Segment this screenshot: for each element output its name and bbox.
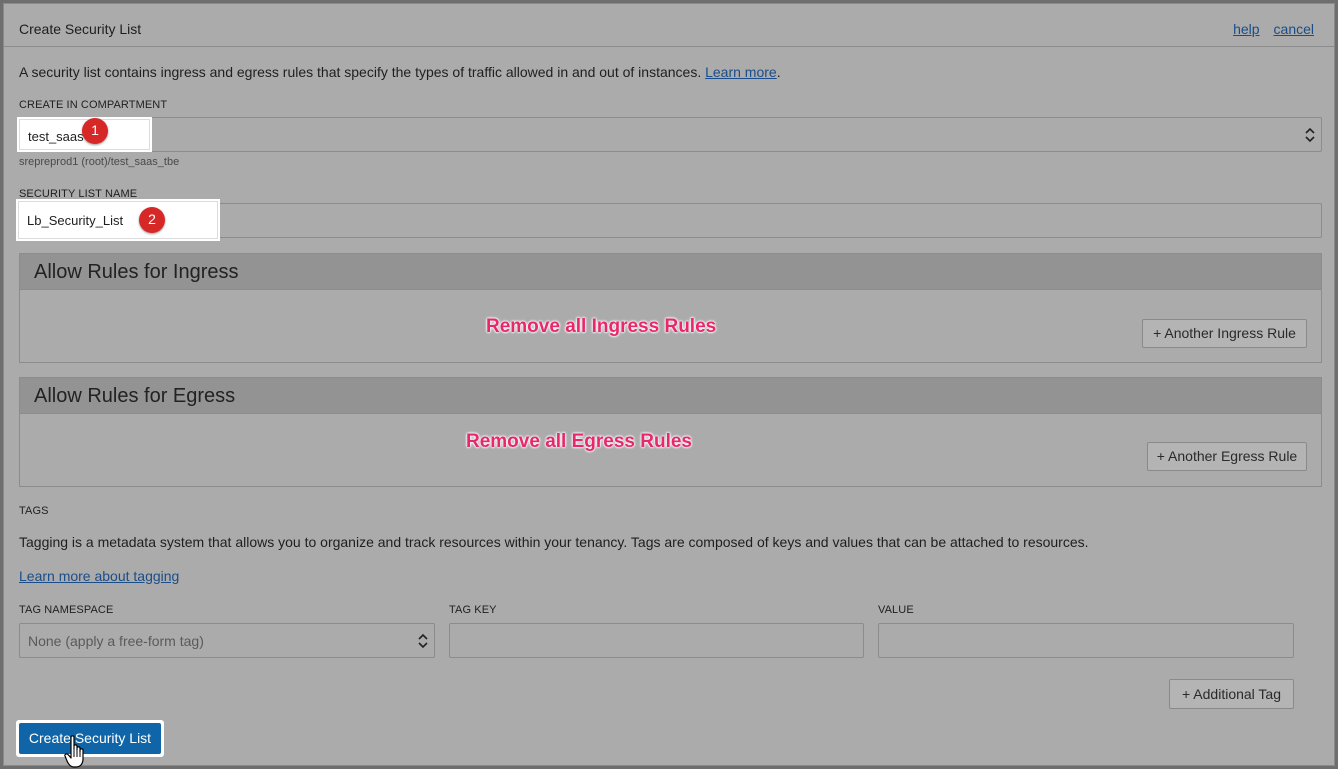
tag-namespace-label: TAG NAMESPACE — [19, 604, 114, 616]
step-badge-1: 1 — [82, 118, 108, 144]
ingress-rules-heading: Allow Rules for Ingress — [20, 254, 1321, 290]
compartment-select[interactable] — [19, 117, 1322, 152]
learn-more-link[interactable]: Learn more — [705, 64, 777, 80]
tag-namespace-select[interactable]: None (apply a free-form tag) — [19, 623, 435, 658]
compartment-value: test_saas — [28, 129, 84, 144]
add-egress-rule-button[interactable]: + Another Egress Rule — [1147, 442, 1307, 471]
create-security-list-button[interactable]: Create Security List — [19, 723, 161, 754]
ingress-annotation: Remove all Ingress Rules — [486, 316, 717, 337]
security-list-name-value: Lb_Security_List — [27, 213, 124, 228]
tag-namespace-value: None (apply a free-form tag) — [28, 633, 204, 649]
egress-rules-heading: Allow Rules for Egress — [20, 378, 1321, 414]
tag-value-input[interactable] — [878, 623, 1294, 658]
security-list-name-label: SECURITY LIST NAME — [19, 188, 138, 200]
create-security-list-dialog: Create Security List help cancel A securi… — [3, 3, 1335, 768]
egress-annotation: Remove all Egress Rules — [466, 431, 692, 452]
chevron-updown-icon — [418, 633, 428, 649]
step-badge-2: 2 — [139, 207, 165, 233]
ingress-rules-panel: Allow Rules for Ingress — [19, 253, 1322, 363]
add-additional-tag-button[interactable]: + Additional Tag — [1169, 679, 1294, 709]
tag-key-input[interactable] — [449, 623, 864, 658]
intro-text: A security list contains ingress and egr… — [19, 64, 781, 80]
tags-label: TAGS — [19, 505, 49, 517]
chevron-updown-icon — [1305, 127, 1315, 143]
intro-description: A security list contains ingress and egr… — [19, 64, 702, 80]
learn-more-tagging-link[interactable]: Learn more about tagging — [19, 568, 179, 584]
tag-value-label: VALUE — [878, 604, 914, 616]
security-list-name-highlight: Lb_Security_List — [18, 201, 218, 239]
compartment-label: CREATE IN COMPARTMENT — [19, 99, 168, 111]
intro-trailing: . — [776, 64, 781, 80]
dialog-header: Create Security List help cancel — [4, 4, 1334, 47]
hand-pointer-icon — [64, 735, 84, 768]
compartment-path: srepreprod1 (root)/test_saas_tbe — [19, 156, 180, 168]
create-button-highlight: Create Security List — [16, 720, 164, 757]
dialog-title: Create Security List — [19, 21, 142, 37]
tag-key-label: TAG KEY — [449, 604, 497, 616]
help-link[interactable]: help — [1233, 21, 1259, 37]
header-links: help cancel — [1219, 21, 1314, 37]
add-ingress-rule-button[interactable]: + Another Ingress Rule — [1142, 319, 1307, 348]
cancel-link[interactable]: cancel — [1274, 21, 1314, 37]
tags-description: Tagging is a metadata system that allows… — [19, 534, 1089, 550]
